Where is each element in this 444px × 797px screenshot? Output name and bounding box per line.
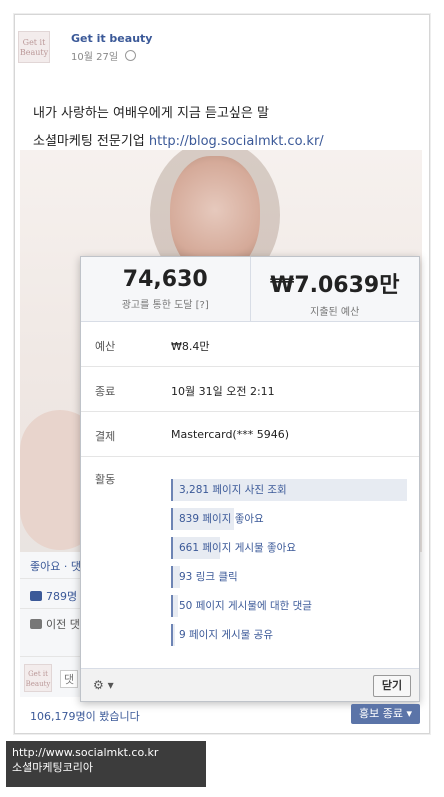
activity-bar: 9 페이지 게시물 공유 — [171, 624, 407, 646]
post-date[interactable]: 10월 27일 — [71, 52, 118, 63]
activity-bar-fill — [173, 624, 176, 646]
watermark-name: 소셜마케팅코리아 — [12, 761, 93, 774]
spend-label: 지출된 예산 — [310, 307, 360, 318]
blog-link[interactable]: http://blog.socialmkt.co.kr/ — [149, 134, 324, 149]
watermark-box: http://www.socialmkt.co.kr 소셜마케팅코리아 — [6, 741, 206, 787]
end-promotion-label: 홍보 종료 — [358, 707, 403, 720]
reach-label[interactable]: 광고를 통한 도달 [?] — [81, 296, 250, 311]
end-key: 종료 — [95, 385, 116, 398]
activity-bar: 3,281 페이지 사진 조회 — [171, 479, 407, 501]
reach-value: 74,630 — [122, 267, 208, 292]
activity-bar-text: 9 페이지 게시물 공유 — [179, 629, 273, 641]
likes-count[interactable]: 789명 — [46, 590, 77, 603]
budget-row: 예산 ₩8.4만 — [81, 322, 419, 367]
popup-footer: ⚙ ▾ 닫기 — [81, 668, 419, 701]
page-avatar[interactable]: Get it Beauty — [18, 31, 50, 63]
comment-icon — [30, 619, 42, 629]
activity-bar-text: 839 페이지 좋아요 — [179, 513, 264, 525]
gear-icon[interactable]: ⚙ ▾ — [93, 678, 114, 692]
commenter-avatar: Get it Beauty — [24, 664, 52, 692]
budget-value: ₩8.4만 — [171, 340, 210, 353]
spend-value: ₩7.0639만 — [270, 273, 400, 298]
activity-bar: 50 페이지 게시물에 대한 댓글 — [171, 595, 407, 617]
close-button[interactable]: 닫기 — [373, 675, 411, 697]
likes-row[interactable]: 789명 — [30, 588, 77, 604]
post-line2: 소셜마케팅 전문기업 http://blog.socialmkt.co.kr/ — [33, 130, 324, 149]
seen-count[interactable]: 106,179명이 봤습니다 — [30, 708, 140, 724]
chevron-down-icon: ▾ — [406, 707, 412, 720]
payment-key: 결제 — [95, 430, 116, 443]
globe-icon — [125, 50, 137, 61]
activity-bar: 93 링크 클릭 — [171, 566, 407, 588]
comment-input[interactable]: 댓 — [60, 670, 79, 688]
activity-bar-text: 661 페이지 게시물 좋아요 — [179, 542, 296, 554]
activity-bar: 839 페이지 좋아요 — [171, 508, 407, 530]
stats-header: 74,630 광고를 통한 도달 [?] ₩7.0639만 지출된 예산 — [81, 257, 419, 322]
post-meta: 10월 27일 — [71, 48, 137, 63]
like-comment-links[interactable]: 좋아요 · 댓 — [30, 558, 81, 574]
activity-label: 활동 — [95, 473, 116, 486]
thumbs-up-icon — [30, 591, 42, 601]
activity-bar-text: 50 페이지 게시물에 대한 댓글 — [179, 600, 312, 612]
reach-stat: 74,630 광고를 통한 도달 [?] — [81, 257, 251, 321]
end-value: 10월 31일 오전 2:11 — [171, 385, 275, 398]
payment-row: 결제 Mastercard(*** 5946) — [81, 412, 419, 457]
promo-bar: 106,179명이 봤습니다 홍보 종료 ▾ — [20, 704, 422, 724]
end-promotion-button[interactable]: 홍보 종료 ▾ — [350, 704, 420, 724]
watermark-url: http://www.socialmkt.co.kr — [12, 746, 159, 759]
promotion-stats-popup: 74,630 광고를 통한 도달 [?] ₩7.0639만 지출된 예산 예산 … — [80, 256, 420, 702]
payment-value: Mastercard(*** 5946) — [171, 428, 289, 441]
spend-stat: ₩7.0639만 지출된 예산 — [251, 257, 420, 321]
company-text: 소셜마케팅 전문기업 — [33, 134, 149, 149]
post-text: 내가 사랑하는 여배우에게 지금 듣고싶은 말 — [33, 106, 269, 121]
activity-bar: 661 페이지 게시물 좋아요 — [171, 537, 407, 559]
budget-key: 예산 — [95, 340, 116, 353]
previous-comments-label[interactable]: 이전 댓 — [46, 618, 80, 631]
page-name-link[interactable]: Get it beauty — [71, 32, 152, 45]
previous-comments-row[interactable]: 이전 댓 — [30, 616, 80, 632]
activity-bar-text: 3,281 페이지 사진 조회 — [179, 484, 287, 496]
end-row: 종료 10월 31일 오전 2:11 — [81, 367, 419, 412]
activity-bar-fill — [173, 595, 178, 617]
activity-bar-text: 93 링크 클릭 — [179, 571, 238, 583]
activity-list: 3,281 페이지 사진 조회 839 페이지 좋아요 661 페이지 게시물 … — [171, 479, 407, 653]
